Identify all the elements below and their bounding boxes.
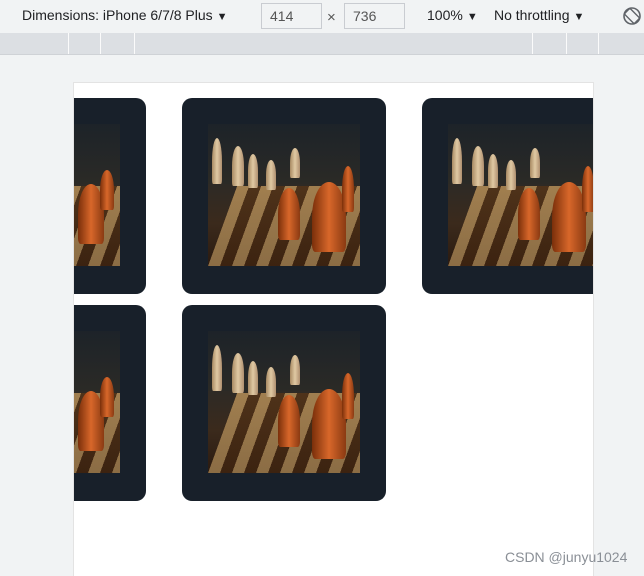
zoom-dropdown[interactable]: 100% ▼ <box>427 7 478 23</box>
media-query-marker[interactable] <box>100 33 101 54</box>
chevron-down-icon: ▼ <box>216 11 228 23</box>
image-card <box>74 98 146 294</box>
image-card <box>182 98 386 294</box>
chess-pieces-photo <box>448 124 593 266</box>
zoom-label: 100% <box>427 7 463 23</box>
chess-pieces-photo <box>208 124 360 266</box>
media-query-marker[interactable] <box>134 33 135 54</box>
media-query-marker[interactable] <box>566 33 567 54</box>
image-card <box>422 98 593 294</box>
width-input[interactable]: 414 <box>261 3 322 29</box>
chevron-down-icon: ▼ <box>466 11 478 23</box>
device-dimensions-dropdown[interactable]: Dimensions: iPhone 6/7/8 Plus ▼ <box>22 7 228 23</box>
image-card <box>182 305 386 501</box>
throttling-dropdown[interactable]: No throttling ▼ <box>494 7 584 23</box>
device-viewport <box>73 82 594 576</box>
media-query-marker[interactable] <box>68 33 69 54</box>
times-icon: × <box>327 9 336 26</box>
height-input[interactable]: 736 <box>344 3 405 29</box>
chess-pieces-photo <box>74 124 120 266</box>
device-toolbar: Dimensions: iPhone 6/7/8 Plus ▼ 414 × 736… <box>0 0 644 33</box>
media-query-marker[interactable] <box>532 33 533 54</box>
device-dimensions-label: Dimensions: iPhone 6/7/8 Plus <box>22 7 213 23</box>
chess-pieces-photo <box>208 331 360 473</box>
media-query-bar[interactable] <box>0 33 644 55</box>
watermark-text: CSDN @junyu1024 <box>505 549 628 565</box>
image-card <box>74 305 146 501</box>
media-query-marker[interactable] <box>598 33 599 54</box>
chevron-down-icon: ▼ <box>573 11 585 23</box>
throttling-label: No throttling <box>494 7 570 23</box>
rotate-icon[interactable] <box>622 6 642 26</box>
chess-pieces-photo <box>74 331 120 473</box>
